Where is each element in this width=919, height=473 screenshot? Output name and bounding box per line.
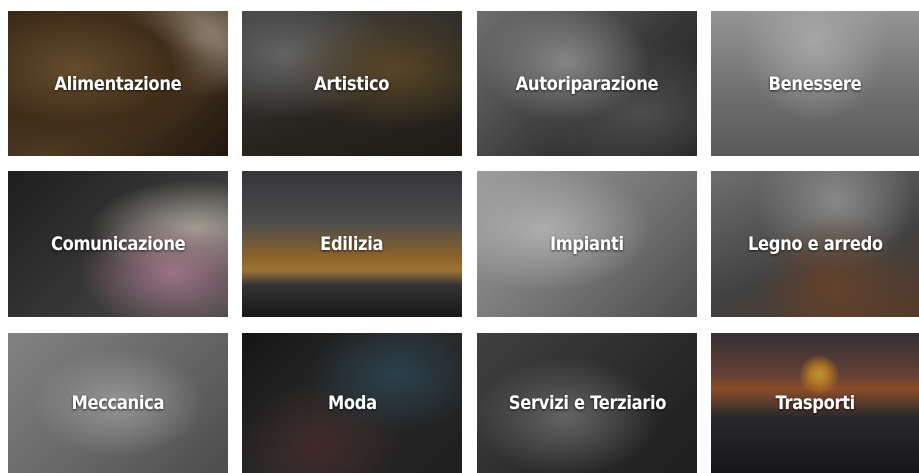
category-label: Impianti — [550, 233, 624, 255]
category-tile-servizi-e-terziario[interactable]: Servizi e Terziario — [477, 333, 697, 473]
category-tile-edilizia[interactable]: Edilizia — [242, 171, 462, 317]
category-tile-comunicazione[interactable]: Comunicazione — [8, 171, 228, 317]
category-tile-autoriparazione[interactable]: Autoriparazione — [477, 11, 697, 156]
category-label: Edilizia — [320, 233, 384, 255]
category-tile-trasporti[interactable]: Trasporti — [711, 333, 919, 473]
category-tile-moda[interactable]: Moda — [242, 333, 462, 473]
category-label: Benessere — [768, 72, 862, 95]
category-label: Comunicazione — [50, 233, 186, 255]
category-label: Legno e arredo — [747, 233, 883, 255]
category-label: Trasporti — [775, 392, 855, 414]
category-grid: Alimentazione Artistico Autoriparazione … — [0, 0, 919, 473]
category-tile-meccanica[interactable]: Meccanica — [8, 333, 228, 473]
category-tile-alimentazione[interactable]: Alimentazione — [8, 11, 228, 156]
category-tile-benessere[interactable]: Benessere — [711, 11, 919, 156]
category-label: Alimentazione — [54, 72, 182, 95]
category-label: Servizi e Terziario — [508, 392, 666, 414]
category-label: Artistico — [314, 72, 390, 95]
category-tile-impianti[interactable]: Impianti — [477, 171, 697, 317]
category-tile-artistico[interactable]: Artistico — [242, 11, 462, 156]
category-label: Moda — [327, 392, 377, 414]
category-tile-legno-e-arredo[interactable]: Legno e arredo — [711, 171, 919, 317]
category-label: Meccanica — [71, 392, 165, 414]
category-label: Autoriparazione — [515, 72, 659, 95]
